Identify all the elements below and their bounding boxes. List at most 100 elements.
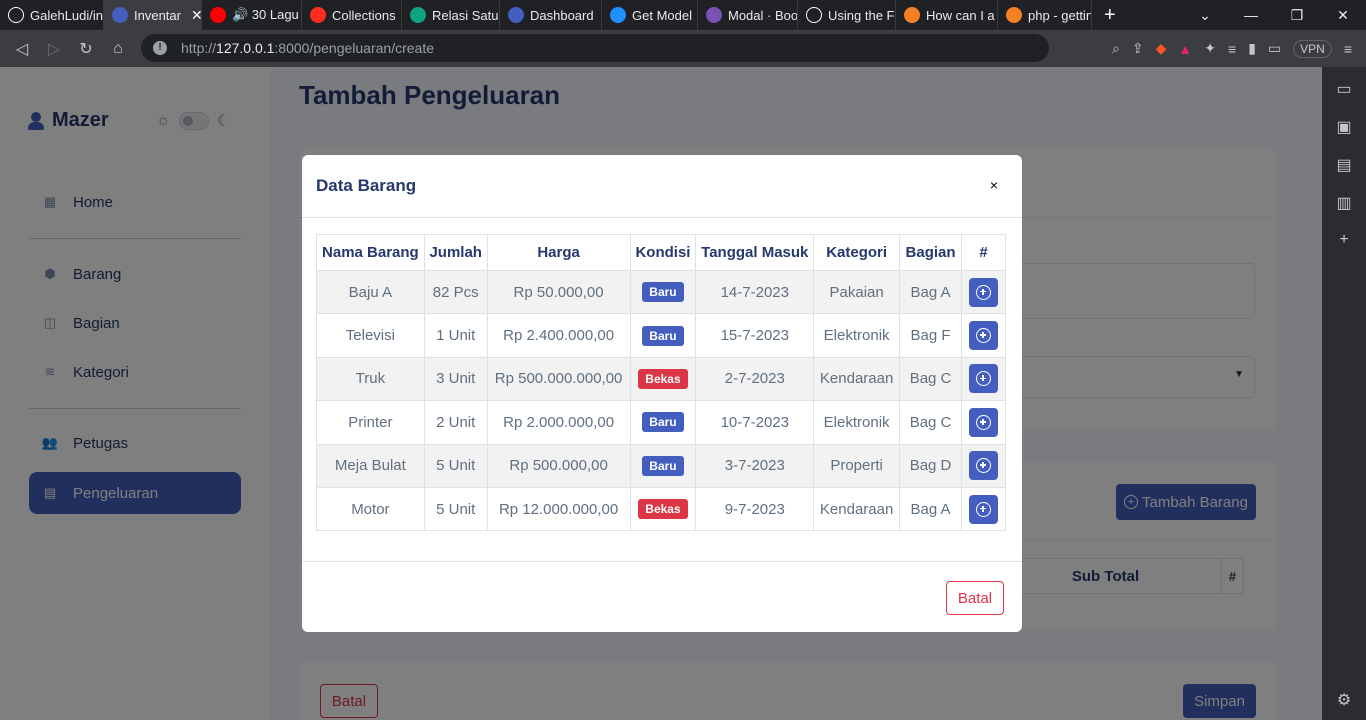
column-header: Harga [486,234,631,271]
table-row: Televisi 1 Unit Rp 2.400.000,00 Baru 15-7-20… [316,313,1006,358]
forward-icon[interactable]: ▷ [38,39,70,59]
tab-label: Modal · Boo [728,7,798,23]
kondisi-cell: Baru [629,313,697,358]
video-icon[interactable]: ▭ [1336,79,1351,99]
bootstrap-icon [706,7,722,23]
harga-cell: Rp 500.000,00 [486,443,631,488]
sidebar-toggle-icon[interactable]: ▮ [1248,40,1256,57]
kategori-cell: Pakaian [813,269,901,315]
settings-icon[interactable]: ⚙ [1337,690,1351,710]
vpn-button[interactable]: VPN [1293,39,1332,58]
status-badge: Baru [642,412,684,433]
nama-cell: Baju A [316,269,425,315]
bagian-cell: Bag A [899,269,963,315]
bookmark-icon[interactable]: ▤ [1336,155,1351,175]
home-icon[interactable]: ⌂ [102,40,134,58]
kategori-cell: Properti [813,443,901,488]
bagian-cell: Bag D [899,443,963,488]
select-item-button[interactable] [969,364,998,394]
tanggal-cell: 15-7-2023 [695,313,815,358]
kategori-cell: Kendaraan [813,356,901,402]
reload-icon[interactable]: ↻ [70,39,102,59]
url-host: 127.0.0.1 [216,40,275,56]
bagian-cell: Bag C [899,400,963,445]
browser-tab[interactable]: Dashboard [500,0,602,30]
browser-tab[interactable]: Relasi Satu- [402,0,500,30]
close-tab-icon[interactable]: ✕ [191,7,201,24]
tab-label: Dashboard [530,7,594,23]
table-row: Motor 5 Unit Rp 12.000.000,00 Bekas 9-7-2023… [316,486,1006,532]
stackoverflow-icon [904,7,920,23]
wallet-icon[interactable]: ▭ [1268,40,1281,57]
address-bar[interactable]: ! http:// 127.0.0.1 :8000/pengeluaran/cr… [141,34,1049,62]
modal-cancel-button[interactable]: Batal [946,581,1004,615]
tab-label: Collections [332,7,396,23]
tanggal-cell: 14-7-2023 [695,269,815,315]
youtube-icon [210,7,226,23]
medium-icon [806,7,822,23]
brave-rewards-icon[interactable]: ▲ [1178,41,1192,57]
new-tab-icon[interactable]: + [1092,4,1128,27]
browser-tab[interactable]: php - gettin [998,0,1092,30]
plus-circle-icon [976,458,991,474]
tab-label: GalehLudi/in [30,7,103,23]
browser-side-panel: ▭ ▣ ▤ ▥ + ⚙ [1322,67,1366,720]
github-icon [8,7,24,23]
tab-label: 🔊 30 Lagu [232,7,299,22]
reading-list-icon[interactable]: ▥ [1336,193,1351,213]
jumlah-cell: 1 Unit [423,313,488,358]
menu-icon[interactable]: ≡ [1344,41,1352,57]
extensions-icon[interactable]: ✦ [1204,40,1216,57]
plus-circle-icon [976,284,991,300]
browser-tab[interactable]: Inventar ✕ [104,0,202,30]
jumlah-cell: 5 Unit [423,486,488,532]
select-item-button[interactable] [969,494,998,524]
zoom-icon[interactable]: ⌕ [1112,40,1120,57]
modal-header: Data Barang × [302,155,1022,218]
browser-tab-bar: GalehLudi/in Inventar ✕ 🔊 30 Lagu Collection… [0,0,1366,30]
browser-tab[interactable]: Collections [302,0,402,30]
browser-tab[interactable]: GalehLudi/in [0,0,104,30]
site-info-icon[interactable]: ! [153,41,167,55]
kondisi-cell: Baru [629,269,697,315]
tab-search-icon[interactable]: ⌄ [1182,7,1228,24]
tab-label: php - gettin [1028,7,1092,23]
tab-label: How can I a [926,7,995,23]
tanggal-cell: 10-7-2023 [695,400,815,445]
brave-shield-icon[interactable]: ◆ [1156,40,1167,57]
minimize-icon[interactable]: — [1228,7,1274,23]
media-icon[interactable]: ≡ [1228,41,1236,57]
page: Mazer ☼ ☾ ▦Home⬢Barang◫Bagian≋Kategori👥P… [0,67,1322,720]
wallet-panel-icon[interactable]: ▣ [1336,117,1351,137]
select-item-button[interactable] [969,277,998,307]
browser-tab[interactable]: Modal · Boo [698,0,798,30]
modal-title: Data Barang [316,176,417,195]
select-item-button[interactable] [969,407,998,437]
nama-cell: Meja Bulat [316,443,425,488]
select-item-button[interactable] [969,451,998,481]
url-prefix: http:// [181,40,217,56]
action-cell [961,400,1006,445]
share-icon[interactable]: ⇪ [1132,40,1144,57]
harga-cell: Rp 12.000.000,00 [486,486,631,532]
plus-circle-icon [976,414,991,430]
close-icon[interactable]: × [990,177,998,193]
nama-cell: Printer [316,400,425,445]
back-icon[interactable]: ◁ [6,39,38,59]
status-badge: Baru [642,325,684,346]
jumlah-cell: 82 Pcs [423,269,488,315]
browser-tab[interactable]: 🔊 30 Lagu [202,0,302,30]
kondisi-cell: Bekas [629,486,697,532]
add-panel-icon[interactable]: + [1339,231,1348,249]
plus-circle-icon [976,501,991,517]
restore-icon[interactable]: ❐ [1274,7,1320,24]
browser-tab[interactable]: How can I a [896,0,998,30]
action-cell [961,443,1006,488]
user-icon [508,7,524,23]
nama-cell: Motor [316,486,425,532]
browser-tab[interactable]: Get Model [602,0,698,30]
browser-tab[interactable]: Using the Fe [798,0,896,30]
close-window-icon[interactable]: ✕ [1320,7,1366,24]
braces-icon [610,7,626,23]
select-item-button[interactable] [969,321,998,351]
